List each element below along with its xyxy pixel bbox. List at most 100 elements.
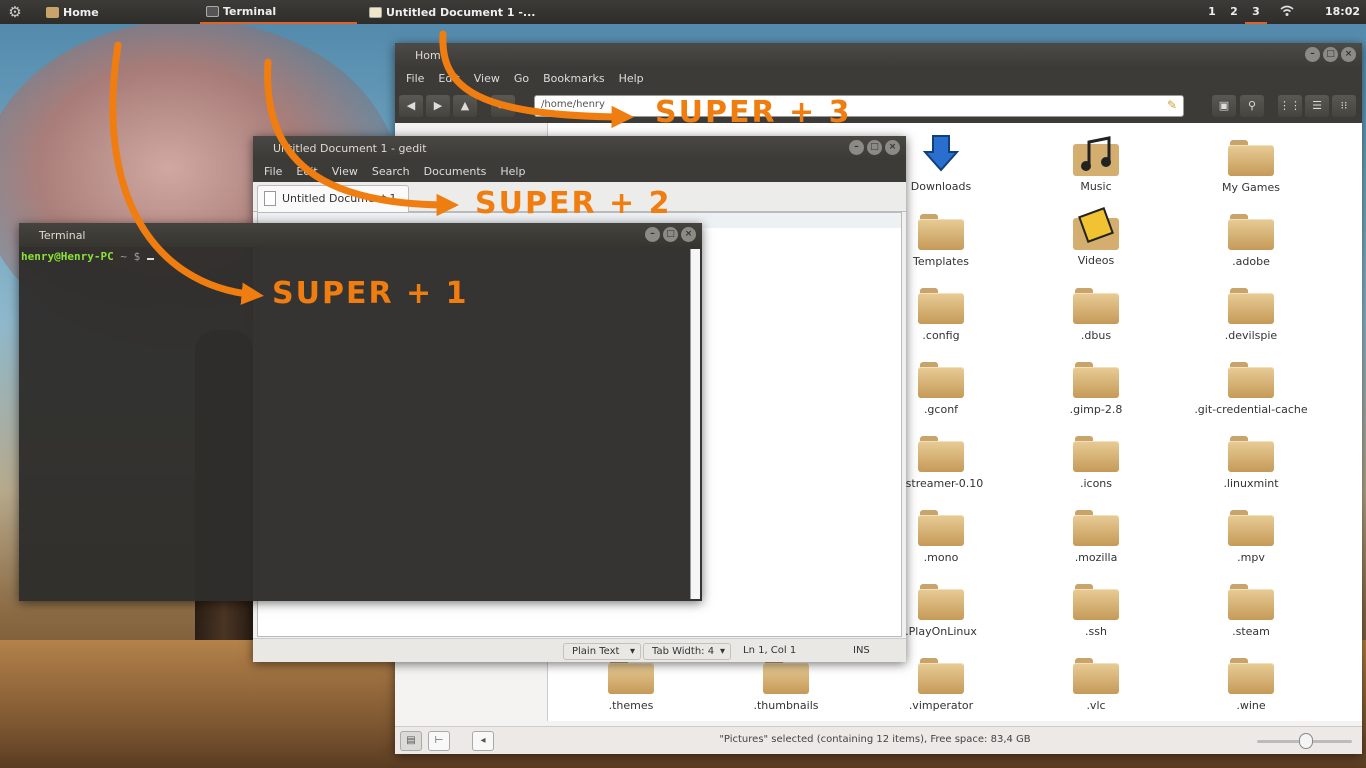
file-manager-toolbar: ◀ ▶ ▲ ▭ /home/henry ✎ ▣ ⚲ ⋮⋮ ☰ ⁝⁝: [395, 89, 1362, 123]
document-tab[interactable]: Untitled Document 1: [257, 185, 409, 212]
menu-view[interactable]: View: [467, 72, 507, 85]
menu-file[interactable]: File: [399, 72, 431, 85]
file-item[interactable]: .icons: [1031, 428, 1161, 490]
file-item-label: .config: [922, 329, 960, 342]
music-folder-icon: [1073, 132, 1119, 176]
prompt-user: henry@Henry-PC: [21, 250, 114, 263]
folder-icon: [1073, 436, 1119, 472]
annotation-super-2: SUPER + 2: [475, 186, 672, 221]
menu-edit[interactable]: Edit: [289, 165, 324, 178]
gedit-titlebar[interactable]: Untitled Document 1 - gedit – □ ×: [253, 136, 906, 160]
file-item-label: .dbus: [1080, 329, 1112, 342]
back-icon[interactable]: ◀: [399, 95, 423, 117]
file-item[interactable]: .vlc: [1031, 650, 1161, 712]
cursor-position: Ln 1, Col 1: [743, 645, 797, 656]
wifi-icon[interactable]: [1280, 5, 1294, 20]
file-item[interactable]: .dbus: [1031, 280, 1161, 342]
compact-view-icon[interactable]: ⁝⁝: [1332, 95, 1356, 117]
hide-sidebar-icon[interactable]: ◂: [472, 731, 494, 751]
window-title: Terminal: [39, 228, 86, 242]
workspace-2[interactable]: 2: [1223, 0, 1245, 24]
file-item[interactable]: My Games: [1186, 132, 1316, 194]
file-item[interactable]: .linuxmint: [1186, 428, 1316, 490]
file-item[interactable]: .adobe: [1186, 206, 1316, 268]
maximize-icon[interactable]: □: [663, 227, 678, 242]
templates-folder-icon: [918, 214, 964, 250]
close-icon[interactable]: ×: [1341, 47, 1356, 62]
workspace-1[interactable]: 1: [1201, 0, 1223, 24]
taskbar-item-home[interactable]: Home: [40, 0, 105, 24]
close-icon[interactable]: ×: [681, 227, 696, 242]
text-editor-icon: [369, 6, 382, 18]
folder-icon: [1073, 510, 1119, 546]
folder-icon: [918, 658, 964, 694]
taskbar-item-gedit[interactable]: Untitled Document 1 -...: [363, 0, 541, 24]
menu-file[interactable]: File: [257, 165, 289, 178]
search-icon[interactable]: ⚲: [1240, 95, 1264, 117]
menu-go[interactable]: Go: [507, 72, 536, 85]
menu-edit[interactable]: Edit: [431, 72, 466, 85]
folder-icon: [1228, 214, 1274, 250]
tree-toggle-icon[interactable]: ⊢: [428, 731, 450, 751]
grid-view-icon[interactable]: ⋮⋮: [1278, 95, 1302, 117]
file-item[interactable]: .steam: [1186, 576, 1316, 638]
menu-search[interactable]: Search: [365, 165, 417, 178]
taskbar-item-terminal[interactable]: Terminal: [200, 0, 357, 24]
file-item[interactable]: Music: [1031, 132, 1161, 193]
close-icon[interactable]: ×: [885, 140, 900, 155]
folder-icon: [1228, 140, 1274, 176]
file-item[interactable]: .gimp-2.8: [1031, 354, 1161, 416]
folder-icon: [918, 584, 964, 620]
menu-documents[interactable]: Documents: [417, 165, 494, 178]
list-view-icon[interactable]: ☰: [1305, 95, 1329, 117]
clear-icon[interactable]: ✎: [1167, 98, 1177, 112]
menu-help[interactable]: Help: [612, 72, 651, 85]
gedit-menubar: File Edit View Search Documents Help: [253, 160, 906, 182]
places-toggle-icon[interactable]: ▤: [400, 731, 422, 751]
up-icon[interactable]: ▲: [453, 95, 477, 117]
syntax-dropdown[interactable]: Plain Text ▾: [563, 643, 641, 660]
new-folder-icon[interactable]: ▣: [1212, 95, 1236, 117]
file-item-label: My Games: [1222, 181, 1280, 194]
folder-icon: [918, 510, 964, 546]
file-item[interactable]: .wine: [1186, 650, 1316, 712]
gear-icon[interactable]: ⚙: [0, 3, 30, 21]
minimize-icon[interactable]: –: [645, 227, 660, 242]
file-item-label: .ssh: [1085, 625, 1107, 638]
file-item-label: .gconf: [923, 403, 959, 416]
folder-icon: [1073, 288, 1119, 324]
zoom-slider-handle[interactable]: [1299, 733, 1313, 749]
clock[interactable]: 18:02: [1325, 0, 1360, 24]
folder-icon: [918, 436, 964, 472]
terminal-titlebar[interactable]: Terminal – □ ×: [19, 223, 702, 247]
file-item[interactable]: .git-credential-cache: [1186, 354, 1316, 416]
menu-bookmarks[interactable]: Bookmarks: [536, 72, 611, 85]
folder-icon: [608, 658, 654, 694]
workspace-3[interactable]: 3: [1245, 0, 1267, 24]
minimize-icon[interactable]: –: [1305, 47, 1320, 62]
file-manager-menubar: File Edit View Go Bookmarks Help: [395, 67, 1362, 89]
file-item-label: .mpv: [1237, 551, 1265, 564]
file-manager-titlebar[interactable]: Home – □ ×: [395, 43, 1362, 67]
window-title: Untitled Document 1 - gedit: [273, 141, 427, 155]
file-item[interactable]: Videos: [1031, 206, 1161, 267]
file-item[interactable]: .devilspie: [1186, 280, 1316, 342]
terminal-scrollbar[interactable]: [690, 249, 700, 599]
forward-icon[interactable]: ▶: [426, 95, 450, 117]
menu-help[interactable]: Help: [493, 165, 532, 178]
menu-view[interactable]: View: [325, 165, 365, 178]
file-item[interactable]: .mpv: [1186, 502, 1316, 564]
maximize-icon[interactable]: □: [867, 140, 882, 155]
maximize-icon[interactable]: □: [1323, 47, 1338, 62]
tab-width-dropdown[interactable]: Tab Width: 4 ▾: [643, 643, 731, 660]
file-item-label: .PlayOnLinux: [905, 625, 977, 638]
file-item[interactable]: .mozilla: [1031, 502, 1161, 564]
file-item[interactable]: .ssh: [1031, 576, 1161, 638]
folder-icon: [1073, 584, 1119, 620]
status-text: "Pictures" selected (containing 12 items…: [719, 734, 1031, 745]
folder-icon: [1228, 584, 1274, 620]
minimize-icon[interactable]: –: [849, 140, 864, 155]
toggle-location-icon[interactable]: ▭: [491, 95, 515, 117]
file-item-label: Downloads: [910, 180, 972, 193]
location-input[interactable]: /home/henry ✎: [534, 95, 1184, 117]
